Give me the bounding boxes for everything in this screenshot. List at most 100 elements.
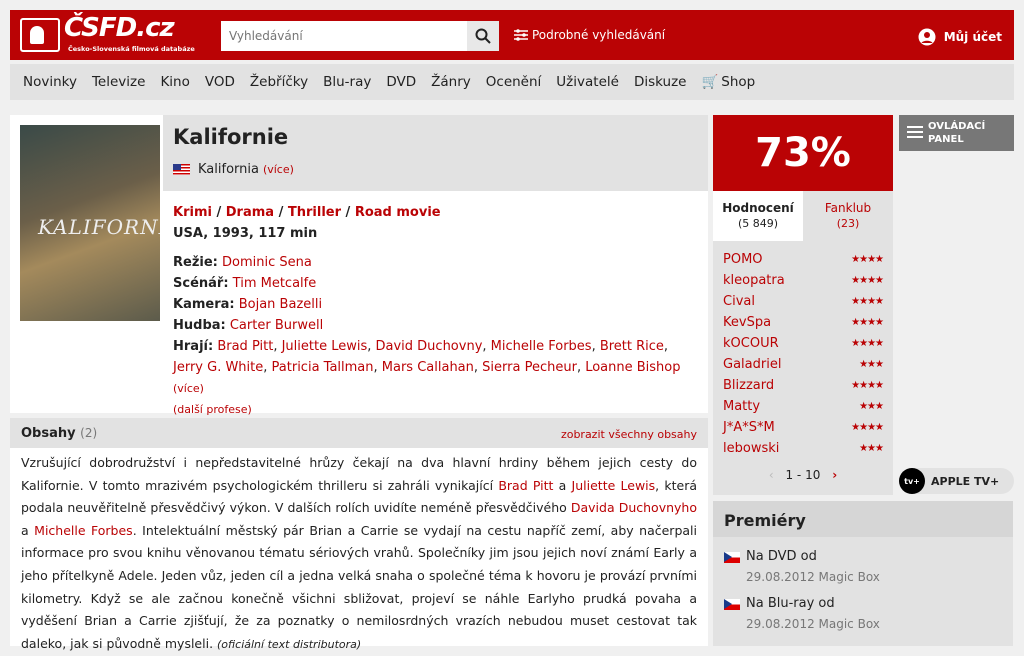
cast-label: Hrají: — [173, 339, 214, 354]
genre-link[interactable]: Thriller — [288, 205, 341, 220]
search-icon — [475, 28, 491, 44]
cast-link[interactable]: Patricia Tallman — [272, 360, 374, 375]
tab-fanclub[interactable]: Fanklub (23) — [803, 191, 893, 241]
film-origin: USA, 1993, 117 min — [173, 226, 318, 241]
nav-vod[interactable]: VOD — [205, 74, 235, 90]
tab-ratings-count: (5 849) — [737, 217, 779, 230]
plot-section: Obsahy (2) zobrazit všechny obsahy Vzruš… — [10, 418, 708, 651]
plot-actor-link[interactable]: Michelle Forbes — [34, 523, 133, 538]
plot-count: (2) — [80, 426, 98, 440]
user-icon — [918, 28, 936, 46]
premieres-box: Premiéry Na DVD od 29.08.2012 Magic Box … — [713, 501, 1013, 646]
music-label: Hudba: — [173, 318, 226, 333]
nav-televize[interactable]: Televize — [92, 74, 145, 90]
show-all-plots-link[interactable]: zobrazit všechny obsahy — [561, 428, 697, 441]
tab-ratings-label: Hodnocení — [722, 201, 794, 215]
tab-fanclub-count: (23) — [836, 217, 860, 230]
genre-link[interactable]: Krimi — [173, 205, 212, 220]
cast-link[interactable]: Michelle Forbes — [491, 339, 592, 354]
premiere-item: Na Blu-ray od 29.08.2012 Magic Box — [724, 596, 880, 631]
sliders-icon — [514, 29, 528, 41]
director-link[interactable]: Dominic Sena — [222, 255, 312, 270]
writer-link[interactable]: Tim Metcalfe — [233, 276, 317, 291]
cart-icon: 🛒 — [701, 74, 719, 90]
user-link[interactable]: Matty — [723, 399, 760, 414]
logo-tagline: Česko-Slovenská filmová databáze — [68, 45, 195, 53]
user-rating-row: Blizzard ★★★★ — [723, 375, 884, 396]
stars-icon: ★★★★ — [851, 296, 884, 307]
user-link[interactable]: lebowski — [723, 441, 779, 456]
apple-tv-link[interactable]: tv+ APPLE TV+ — [899, 468, 1014, 494]
cast-link[interactable]: Sierra Pecheur — [482, 360, 577, 375]
nav-shop[interactable]: 🛒 Shop — [701, 74, 770, 90]
nav-kino[interactable]: Kino — [160, 74, 189, 90]
nav-shop-label: Shop — [721, 74, 756, 90]
cz-flag-icon — [724, 552, 740, 563]
ratings-pager: ‹ 1 - 10 › — [713, 468, 893, 482]
cast-link[interactable]: Mars Callahan — [382, 360, 474, 375]
stars-icon: ★★★★ — [851, 380, 884, 391]
premiere-item: Na DVD od 29.08.2012 Magic Box — [724, 549, 880, 584]
search-button[interactable] — [467, 21, 499, 51]
user-link[interactable]: Galadriel — [723, 357, 781, 372]
cast-link[interactable]: Loanne Bishop — [585, 360, 680, 375]
nav-oceneni[interactable]: Ocenění — [486, 74, 542, 90]
plot-actor-link[interactable]: Brad Pitt — [498, 478, 553, 493]
user-rating-row: Matty ★★★ — [723, 396, 884, 417]
user-link[interactable]: KevSpa — [723, 315, 771, 330]
user-link[interactable]: kOCOUR — [723, 336, 779, 351]
user-rating-row: kOCOUR ★★★★ — [723, 333, 884, 354]
cast-link[interactable]: Juliette Lewis — [282, 339, 368, 354]
cast-link[interactable]: Brett Rice — [600, 339, 664, 354]
cast-link[interactable]: David Duchovny — [376, 339, 483, 354]
film-info: Krimi / Drama / Thriller / Road movie US… — [173, 202, 693, 420]
music-link[interactable]: Carter Burwell — [230, 318, 323, 333]
film-title: Kalifornie — [173, 125, 289, 149]
nav-dvd[interactable]: DVD — [386, 74, 416, 90]
plot-text-part: . Intelektuální městský pár Brian a Carr… — [21, 522, 697, 651]
cast-link[interactable]: Brad Pitt — [217, 339, 273, 354]
more-cast-link[interactable]: (více) — [173, 382, 204, 395]
nav-diskuze[interactable]: Diskuze — [634, 74, 687, 90]
nav-zanry[interactable]: Žánry — [431, 74, 471, 90]
apple-tv-label: APPLE TV+ — [931, 474, 1000, 488]
plot-actor-link[interactable]: Davida Duchovnyho — [571, 500, 697, 515]
advanced-search-link[interactable]: Podrobné vyhledávání — [514, 28, 665, 42]
user-link[interactable]: J*A*S*M — [723, 420, 775, 435]
rating-percent: 73% — [713, 115, 893, 191]
account-button[interactable]: Můj účet — [918, 28, 1002, 46]
more-titles-link[interactable]: (více) — [263, 163, 294, 176]
us-flag-icon — [173, 164, 190, 175]
user-rating-row: POMO ★★★★ — [723, 249, 884, 270]
next-page-icon[interactable]: › — [832, 468, 837, 482]
nav-bluray[interactable]: Blu-ray — [323, 74, 371, 90]
advanced-search-label: Podrobné vyhledávání — [532, 28, 666, 42]
menu-icon — [907, 126, 923, 138]
prev-page-icon[interactable]: ‹ — [769, 468, 774, 482]
genre-link[interactable]: Drama — [226, 205, 274, 220]
nav-zebricky[interactable]: Žebříčky — [250, 74, 308, 90]
site-logo[interactable]: ČSFD.cz Česko-Slovenská filmová databáze — [20, 13, 195, 54]
premiere-type: Na Blu-ray od — [746, 596, 835, 611]
logo-text: ČSFD.cz — [64, 13, 175, 43]
genre-link[interactable]: Road movie — [355, 205, 441, 220]
tab-ratings[interactable]: Hodnocení (5 849) — [713, 191, 803, 241]
user-link[interactable]: POMO — [723, 252, 763, 267]
premieres-heading: Premiéry — [713, 501, 1013, 537]
film-poster[interactable]: KALIFORNIE — [20, 125, 160, 321]
account-label: Můj účet — [943, 30, 1002, 44]
nav-novinky[interactable]: Novinky — [23, 74, 77, 90]
search-input[interactable] — [221, 21, 467, 51]
stars-icon: ★★★★ — [851, 275, 884, 286]
cast-link[interactable]: Jerry G. White — [173, 360, 263, 375]
camera-link[interactable]: Bojan Bazelli — [239, 297, 322, 312]
control-panel-button[interactable]: OVLÁDACÍ PANEL — [899, 115, 1014, 151]
plot-actor-link[interactable]: Juliette Lewis — [572, 478, 656, 493]
user-link[interactable]: Blizzard — [723, 378, 774, 393]
user-link[interactable]: kleopatra — [723, 273, 785, 288]
user-link[interactable]: Cival — [723, 294, 755, 309]
plot-text-part: a — [553, 477, 572, 493]
writer-label: Scénář: — [173, 276, 229, 291]
other-professions-link[interactable]: (další profese) — [173, 403, 252, 416]
nav-uzivatele[interactable]: Uživatelé — [556, 74, 619, 90]
